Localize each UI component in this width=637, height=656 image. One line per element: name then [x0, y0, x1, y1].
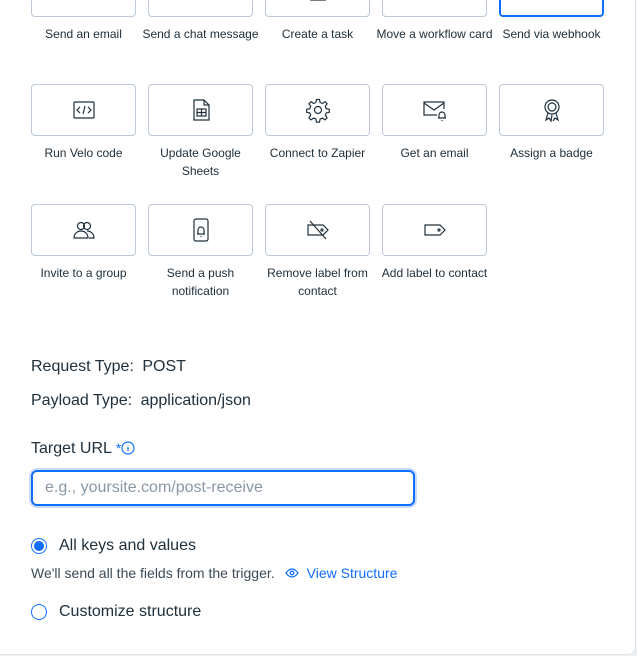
radio-button[interactable] [31, 604, 47, 620]
view-structure-link[interactable]: View Structure [284, 565, 398, 581]
radio-all-keys[interactable]: All keys and values [31, 537, 196, 555]
task-icon [309, 0, 326, 1]
tile-label: Remove label from contact [267, 266, 368, 298]
structure-helper: We'll send all the fields from the trigg… [31, 565, 397, 581]
spreadsheet-icon [192, 99, 210, 121]
envelope-bell-icon [422, 101, 446, 121]
tile-box[interactable] [148, 84, 253, 136]
tile-label: Send via webhook [502, 27, 601, 41]
webhook-icon [539, 0, 565, 4]
action-tile-assign-badge[interactable]: Assign a badge [499, 84, 604, 162]
tile-label: Get an email [400, 146, 469, 160]
tile-label: Connect to Zapier [269, 146, 366, 160]
tile-label: Create a task [281, 27, 354, 41]
workflow-card-icon [422, 0, 448, 4]
tile-box[interactable] [31, 0, 136, 17]
tile-label: Invite to a group [40, 266, 127, 280]
action-tile-update-google-sheets[interactable]: Update Google Sheets [148, 84, 253, 180]
gear-icon [305, 98, 330, 123]
tile-label: Send a push notification [166, 266, 235, 298]
tile-label: Update Google Sheets [160, 146, 241, 178]
view-structure-label: View Structure [306, 565, 398, 581]
radio-customize[interactable]: Customize structure [31, 603, 201, 621]
helper-text: We'll send all the fields from the trigg… [31, 565, 275, 581]
request-type-value: POST [142, 358, 186, 375]
target-url-label: Target URL [31, 440, 112, 457]
tile-box[interactable] [382, 204, 487, 256]
radio-label-customize: Customize structure [59, 603, 202, 620]
request-type-row: Request Type: POST [31, 358, 186, 376]
target-url-label-row: Target URL * [31, 440, 135, 460]
envelope-icon [71, 0, 97, 4]
action-tile-move-workflow-card[interactable]: Move a workflow card [376, 0, 493, 43]
tile-box[interactable] [499, 0, 604, 17]
eye-icon [284, 568, 299, 578]
badge-icon [543, 99, 560, 123]
info-icon[interactable] [121, 441, 135, 460]
tile-box[interactable] [265, 0, 370, 17]
target-url-input[interactable] [31, 470, 415, 506]
tile-label: Move a workflow card [376, 27, 493, 41]
action-tile-create-task[interactable]: Create a task [265, 0, 370, 43]
request-type-label: Request Type: [31, 358, 134, 375]
action-tile-send-webhook[interactable]: Send via webhook [499, 0, 604, 43]
tile-box[interactable] [382, 0, 487, 17]
tile-box[interactable] [499, 84, 604, 136]
tile-label: Send an email [45, 27, 122, 41]
action-panel: Send an email Send a chat message Create… [0, 0, 636, 655]
phone-bell-icon [192, 218, 209, 242]
radio-label-all-keys: All keys and values [59, 537, 196, 554]
action-tile-send-push[interactable]: Send a push notification [148, 204, 253, 300]
action-tile-invite-group[interactable]: Invite to a group [31, 204, 136, 282]
tile-label: Send a chat message [142, 27, 259, 41]
tile-box[interactable] [382, 84, 487, 136]
tile-box[interactable] [31, 204, 136, 256]
group-icon [72, 221, 95, 239]
action-tile-send-email[interactable]: Send an email [31, 0, 136, 43]
chat-bubble-icon [192, 0, 194, 1]
tile-box[interactable] [265, 204, 370, 256]
action-tile-remove-label[interactable]: Remove label from contact [265, 204, 370, 300]
action-tile-run-velo-code[interactable]: Run Velo code [31, 84, 136, 162]
tile-label: Add label to contact [381, 266, 488, 280]
tile-box[interactable] [31, 84, 136, 136]
tile-label: Assign a badge [510, 146, 593, 160]
tile-box[interactable] [148, 204, 253, 256]
action-tile-send-chat[interactable]: Send a chat message [142, 0, 259, 43]
action-tile-add-label[interactable]: Add label to contact [382, 204, 487, 282]
tile-label: Run Velo code [44, 146, 123, 160]
payload-type-value: application/json [140, 392, 251, 409]
label-icon [423, 224, 446, 236]
radio-button-selected[interactable] [31, 538, 47, 554]
tile-box[interactable] [148, 0, 253, 17]
tile-box[interactable] [265, 84, 370, 136]
action-tile-connect-zapier[interactable]: Connect to Zapier [265, 84, 370, 162]
payload-type-row: Payload Type: application/json [31, 392, 251, 410]
code-icon [72, 101, 95, 119]
payload-type-label: Payload Type: [31, 392, 133, 409]
label-remove-icon [306, 220, 329, 240]
action-tile-get-email[interactable]: Get an email [382, 84, 487, 162]
